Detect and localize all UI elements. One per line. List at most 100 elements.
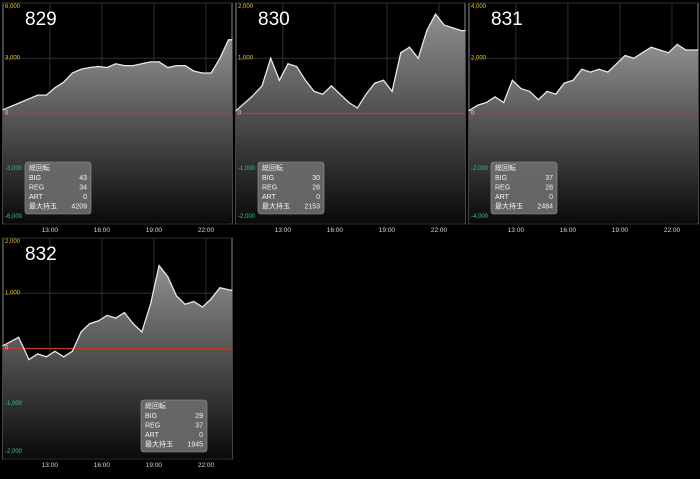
- data-point: [201, 306, 204, 308]
- data-point: [2, 109, 4, 111]
- data-point: [572, 79, 574, 81]
- x-tick-label: 19:00: [146, 227, 163, 234]
- x-tick-label: 22:00: [198, 462, 215, 469]
- data-point: [227, 39, 230, 41]
- stats-value: 4209: [71, 204, 87, 211]
- stats-label: REG: [29, 185, 44, 192]
- data-point: [443, 24, 445, 26]
- stats-value: 2484: [537, 204, 553, 211]
- data-point: [80, 331, 82, 333]
- data-point: [71, 350, 73, 352]
- stats-label: REG: [145, 423, 160, 430]
- data-point: [641, 52, 644, 54]
- stats-label: ART: [29, 194, 44, 201]
- data-point: [382, 79, 385, 81]
- stats-value: 28: [312, 185, 320, 192]
- data-point: [37, 353, 39, 355]
- x-tick-label: 16:00: [94, 227, 111, 234]
- data-point: [63, 356, 65, 358]
- stats-label: BIG: [495, 175, 507, 182]
- y-tick-label: -2,000: [471, 166, 489, 172]
- chart-panel-832: 2,000 1,000 0 -1,000 -2,000 13:00 16:00 19:00 22…: [2, 237, 233, 469]
- data-point: [28, 359, 30, 361]
- data-point: [624, 54, 626, 57]
- x-tick-label: 22:00: [664, 227, 681, 234]
- data-point: [231, 289, 233, 292]
- data-point: [158, 61, 160, 63]
- data-point: [219, 287, 221, 289]
- data-point: [408, 46, 411, 48]
- data-point: [235, 110, 237, 112]
- data-point: [115, 317, 117, 319]
- data-point: [210, 298, 212, 300]
- y-tick-label: -2,000: [238, 214, 256, 220]
- data-point: [563, 82, 566, 84]
- data-point: [261, 85, 263, 87]
- x-tick-label: 16:00: [560, 227, 577, 234]
- data-point: [132, 65, 134, 67]
- data-point: [477, 104, 479, 106]
- data-point: [667, 52, 670, 54]
- chart-panel-829: 6,000 3,000 0 -3,000 -6,000 13:00 16:00 19:00 22…: [2, 2, 233, 234]
- data-point: [89, 66, 91, 69]
- chart-title: 829: [25, 9, 57, 30]
- x-tick-label: 19:00: [379, 227, 396, 234]
- data-point: [589, 71, 592, 73]
- stats-value: 29: [195, 413, 203, 420]
- data-point: [54, 87, 56, 89]
- x-tick-label: 19:00: [612, 227, 629, 234]
- data-point: [184, 65, 186, 67]
- data-point: [304, 79, 306, 81]
- y-tick-label: 2,000: [238, 4, 254, 10]
- data-point: [149, 61, 152, 63]
- data-point: [231, 39, 233, 41]
- chart-title: 831: [491, 9, 523, 30]
- data-point: [201, 72, 204, 74]
- stats-value: 37: [545, 175, 553, 182]
- data-point: [210, 72, 212, 74]
- stats-value: 34: [79, 185, 87, 192]
- data-point: [313, 90, 315, 92]
- y-tick-label: -4,000: [471, 214, 489, 220]
- data-point: [460, 30, 463, 32]
- stats-value: 0: [83, 194, 87, 201]
- data-point: [374, 82, 376, 84]
- chart-panel-830: 2,000 1,000 0 -1,000 -2,000 13:00 16:00 19:00 22…: [235, 2, 466, 234]
- x-tick-label: 16:00: [94, 462, 111, 469]
- chart-title: 832: [25, 244, 57, 265]
- y-tick-label: -1,000: [238, 166, 256, 172]
- data-point: [464, 30, 466, 32]
- stats-label: ART: [262, 194, 277, 201]
- data-point: [167, 66, 169, 69]
- stats-header: 総回転: [262, 163, 283, 172]
- data-point: [219, 57, 221, 59]
- data-point: [452, 27, 454, 29]
- x-tick-label: 13:00: [275, 227, 292, 234]
- data-point: [97, 65, 99, 68]
- x-tick-label: 22:00: [431, 227, 448, 234]
- y-tick-label: 6,000: [5, 4, 21, 10]
- y-tick-label: 1,000: [238, 55, 254, 61]
- stats-label: 最大持玉: [29, 202, 57, 211]
- x-tick-label: 16:00: [327, 227, 344, 234]
- data-point: [659, 49, 661, 51]
- data-point: [485, 101, 487, 104]
- stats-label: 最大持玉: [145, 440, 173, 449]
- data-point: [434, 13, 437, 15]
- stats-label: ART: [495, 194, 510, 201]
- stats-value: 0: [549, 194, 553, 201]
- data-point: [468, 110, 470, 112]
- data-point: [339, 93, 341, 95]
- data-point: [193, 300, 195, 303]
- y-tick-label: -3,000: [5, 166, 23, 172]
- stats-label: ART: [145, 432, 160, 439]
- y-tick-label: -6,000: [5, 214, 23, 220]
- x-tick-label: 13:00: [42, 462, 59, 469]
- stats-value: 43: [79, 175, 87, 182]
- data-point: [2, 345, 4, 347]
- data-point: [615, 63, 618, 65]
- data-point: [270, 57, 272, 59]
- data-point: [167, 276, 169, 278]
- data-point: [71, 72, 73, 74]
- data-point: [132, 323, 134, 325]
